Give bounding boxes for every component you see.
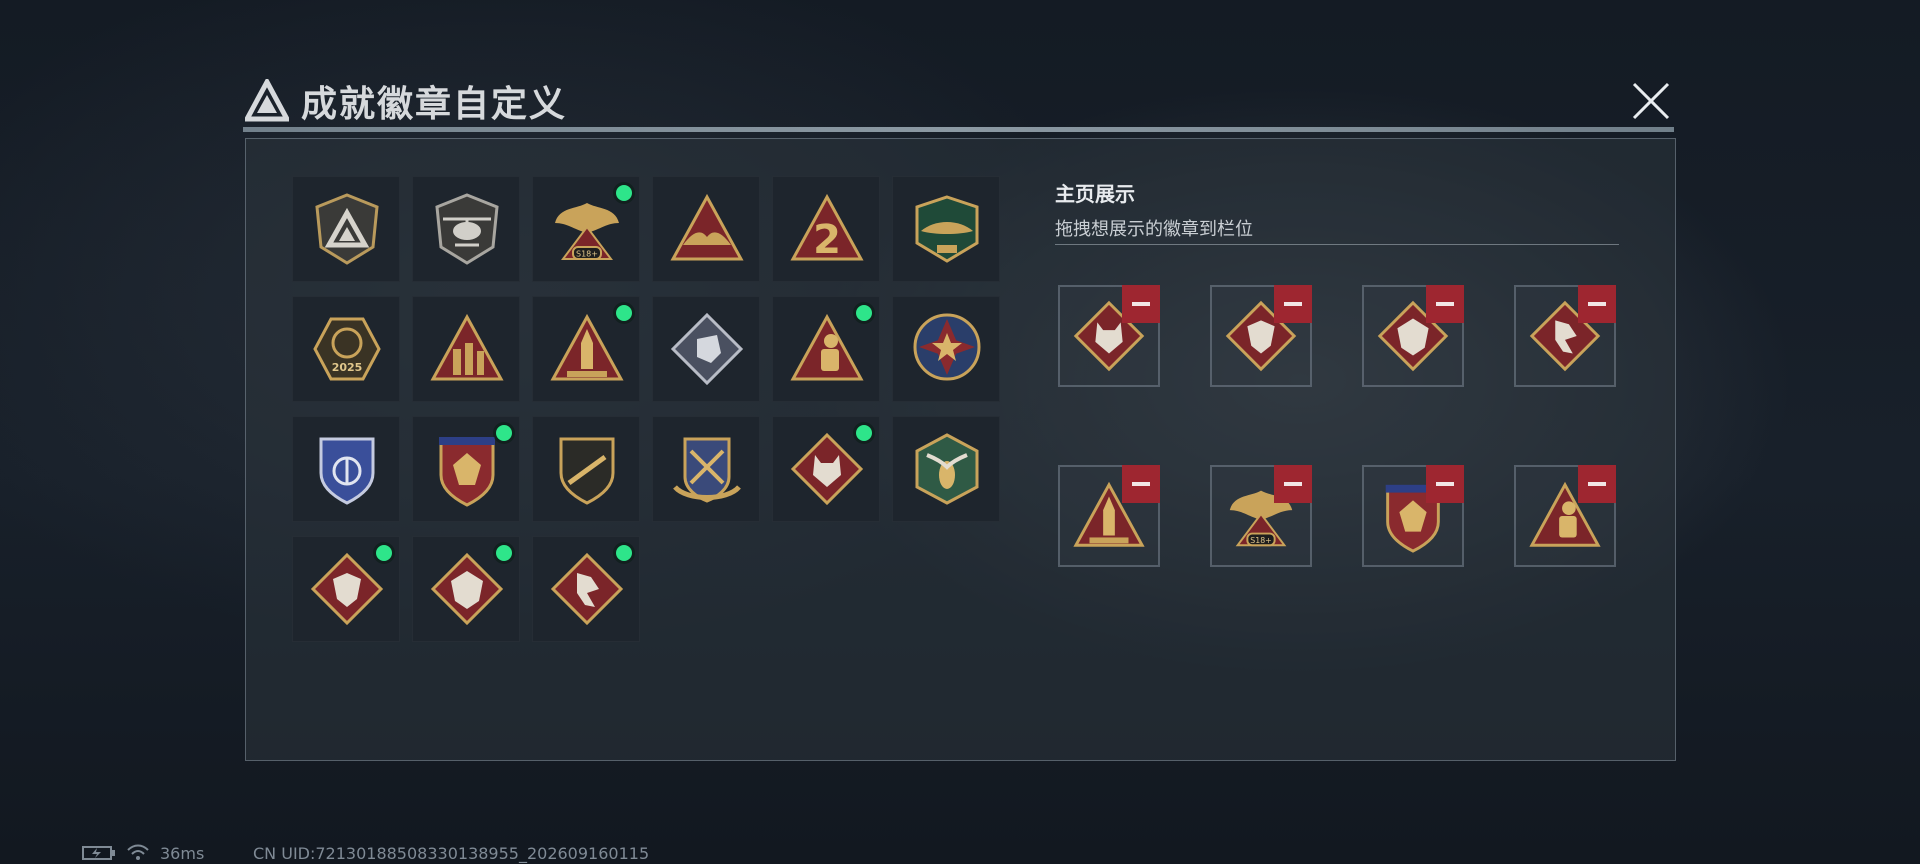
showcase-slot[interactable] bbox=[1058, 285, 1160, 387]
delta-triangle-icon bbox=[245, 79, 289, 122]
blue-shield-badge-icon bbox=[319, 437, 375, 505]
remove-button[interactable] bbox=[1122, 465, 1160, 503]
rocket-triangle-badge-icon bbox=[550, 313, 624, 381]
showcase-divider bbox=[1055, 244, 1619, 245]
close-icon[interactable] bbox=[1628, 78, 1674, 124]
badge-cell[interactable] bbox=[532, 416, 640, 522]
page-header: 成就徽章自定义 bbox=[245, 76, 567, 126]
remove-button[interactable] bbox=[1274, 285, 1312, 323]
shield-triangle-badge-icon bbox=[315, 193, 379, 265]
triangle-2-badge-icon: 2 bbox=[790, 193, 864, 263]
equipped-indicator bbox=[856, 305, 872, 321]
badge-cell[interactable]: 2025 bbox=[292, 296, 400, 402]
badge-cell[interactable] bbox=[772, 296, 880, 402]
battery-charging-icon bbox=[82, 846, 115, 860]
page-title: 成就徽章自定义 bbox=[301, 84, 568, 125]
uid-text: CN UID:7213018850833013895​5_20260916011… bbox=[253, 844, 650, 863]
equipped-indicator bbox=[616, 185, 632, 201]
remove-button[interactable] bbox=[1274, 465, 1312, 503]
showcase-subtitle: 拖拽想展示的徽章到栏位 bbox=[1055, 219, 1253, 240]
badge-cell[interactable] bbox=[412, 416, 520, 522]
fist-diamond-badge-icon bbox=[670, 312, 744, 386]
svg-text:S18+: S18+ bbox=[576, 250, 598, 259]
equipped-indicator bbox=[376, 545, 392, 561]
badge-cell[interactable]: 2 bbox=[772, 176, 880, 282]
badge-cell[interactable] bbox=[892, 296, 1000, 402]
diver-triangle-badge-icon bbox=[790, 313, 864, 381]
badge-cell[interactable] bbox=[292, 176, 400, 282]
showcase-slot[interactable] bbox=[1058, 465, 1160, 567]
delta-force-2025-badge-icon: 2025 bbox=[313, 317, 381, 381]
badge-cell[interactable] bbox=[292, 416, 400, 522]
remove-button[interactable] bbox=[1426, 465, 1464, 503]
dragon-diamond-badge-icon bbox=[310, 552, 384, 626]
wifi-icon bbox=[127, 844, 149, 860]
svg-text:2025: 2025 bbox=[332, 361, 363, 374]
badge-cell[interactable] bbox=[292, 536, 400, 642]
showcase-slot[interactable] bbox=[1514, 285, 1616, 387]
wasp-hexagon-badge-icon bbox=[915, 433, 979, 505]
badge-cell[interactable] bbox=[652, 416, 760, 522]
badge-cell[interactable] bbox=[652, 176, 760, 282]
remove-button[interactable] bbox=[1122, 285, 1160, 323]
showcase-slot[interactable]: S18+ bbox=[1210, 465, 1312, 567]
showcase-slot[interactable] bbox=[1210, 285, 1312, 387]
crossed-arrows-badge-icon bbox=[673, 437, 741, 503]
remove-button[interactable] bbox=[1426, 285, 1464, 323]
badge-cell[interactable] bbox=[652, 296, 760, 402]
badge-cell[interactable]: S18+ bbox=[532, 176, 640, 282]
badge-cell[interactable] bbox=[892, 416, 1000, 522]
equipped-indicator bbox=[496, 545, 512, 561]
eagle-s18-badge-icon: S18+ bbox=[555, 203, 619, 260]
status-bar: 36ms bbox=[82, 843, 205, 863]
svg-text:S18+: S18+ bbox=[1250, 536, 1271, 545]
gem-shield-badge-icon bbox=[439, 437, 495, 507]
header-divider bbox=[243, 127, 1674, 132]
remove-button[interactable] bbox=[1578, 465, 1616, 503]
badge-cell[interactable] bbox=[532, 296, 640, 402]
equipped-indicator bbox=[496, 425, 512, 441]
runner-diamond-badge-icon bbox=[550, 552, 624, 626]
showcase-title: 主页展示 bbox=[1055, 182, 1135, 206]
badge-cell[interactable] bbox=[532, 536, 640, 642]
rifle-shield-badge-icon bbox=[559, 437, 615, 505]
svg-text:2: 2 bbox=[813, 217, 841, 263]
ping-text: 36ms bbox=[160, 843, 205, 863]
badge-cell[interactable] bbox=[772, 416, 880, 522]
crocodile-delta-force-badge-icon bbox=[915, 195, 979, 263]
remove-button[interactable] bbox=[1578, 285, 1616, 323]
showcase-slot[interactable] bbox=[1514, 465, 1616, 567]
badge-cell[interactable] bbox=[412, 296, 520, 402]
equipped-indicator bbox=[616, 545, 632, 561]
badge-cell[interactable] bbox=[892, 176, 1000, 282]
helicopter-badge-icon bbox=[435, 193, 499, 265]
dragon-diamond-badge-2-icon bbox=[430, 552, 504, 626]
badge-cell[interactable] bbox=[412, 536, 520, 642]
showcase-slot[interactable] bbox=[1362, 285, 1464, 387]
wolf-diamond-badge-icon bbox=[790, 432, 864, 506]
equipped-indicator bbox=[856, 425, 872, 441]
soldiers-triangle-badge-icon bbox=[430, 313, 504, 381]
badge-cell[interactable] bbox=[412, 176, 520, 282]
equipped-indicator bbox=[616, 305, 632, 321]
triangle-wings-badge-icon bbox=[670, 193, 744, 261]
showcase-header: 主页展示 拖拽想展示的徽章到栏位 bbox=[1055, 178, 1253, 241]
badge-grid: S18+ 2 2025 bbox=[292, 176, 1008, 646]
star-medallion-badge-icon bbox=[913, 313, 981, 381]
showcase-slot[interactable] bbox=[1362, 465, 1464, 567]
